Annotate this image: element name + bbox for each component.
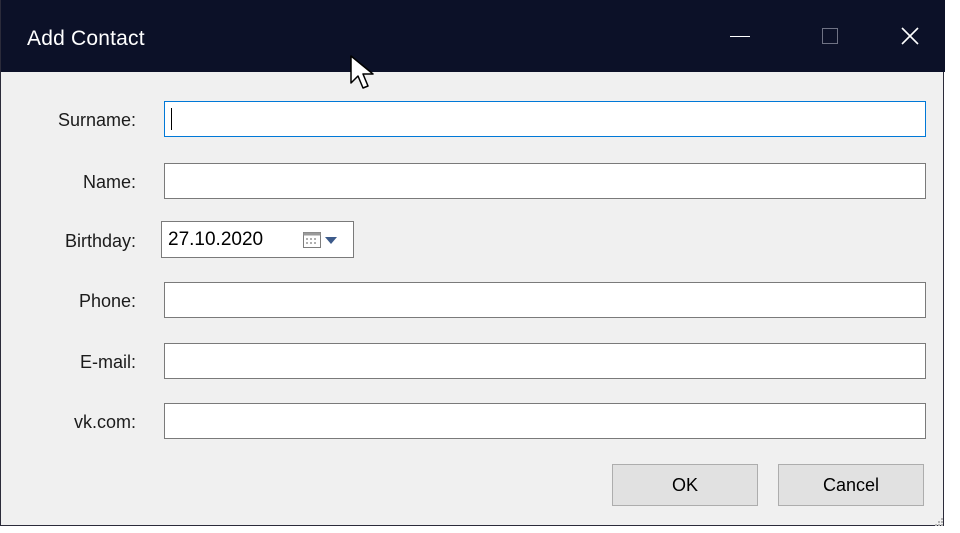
close-icon	[901, 27, 919, 45]
title-bar[interactable]: Add Contact	[1, 0, 945, 72]
minimize-button[interactable]	[695, 0, 785, 72]
birthday-label: Birthday:	[64, 231, 136, 251]
phone-label: Phone:	[78, 291, 136, 311]
ok-button[interactable]: OK	[612, 464, 758, 506]
birthday-datepicker[interactable]: 27.10.2020	[161, 221, 354, 258]
vk-label: vk.com:	[73, 412, 136, 432]
name-label: Name:	[82, 172, 136, 192]
vk-input[interactable]	[164, 403, 926, 439]
surname-label: Surname:	[57, 110, 136, 130]
minimize-icon	[730, 35, 750, 37]
cancel-button[interactable]: Cancel	[778, 464, 924, 506]
window-title: Add Contact	[27, 27, 145, 50]
chevron-down-icon	[325, 237, 337, 244]
resize-grip-icon[interactable]	[935, 518, 943, 526]
surname-input[interactable]	[164, 101, 926, 137]
close-button[interactable]	[875, 0, 945, 72]
mouse-pointer-icon	[350, 55, 374, 89]
maximize-button[interactable]	[785, 0, 875, 72]
text-caret	[171, 108, 172, 130]
add-contact-window: Add Contact Surname: Name: Birthday: 27.…	[0, 0, 945, 526]
email-input[interactable]	[164, 343, 926, 379]
phone-input[interactable]	[164, 282, 926, 318]
email-label: E-mail:	[79, 352, 136, 372]
calendar-icon	[303, 232, 321, 248]
birthday-value: 27.10.2020	[168, 228, 264, 250]
maximize-icon	[822, 28, 838, 44]
name-input[interactable]	[164, 163, 926, 199]
